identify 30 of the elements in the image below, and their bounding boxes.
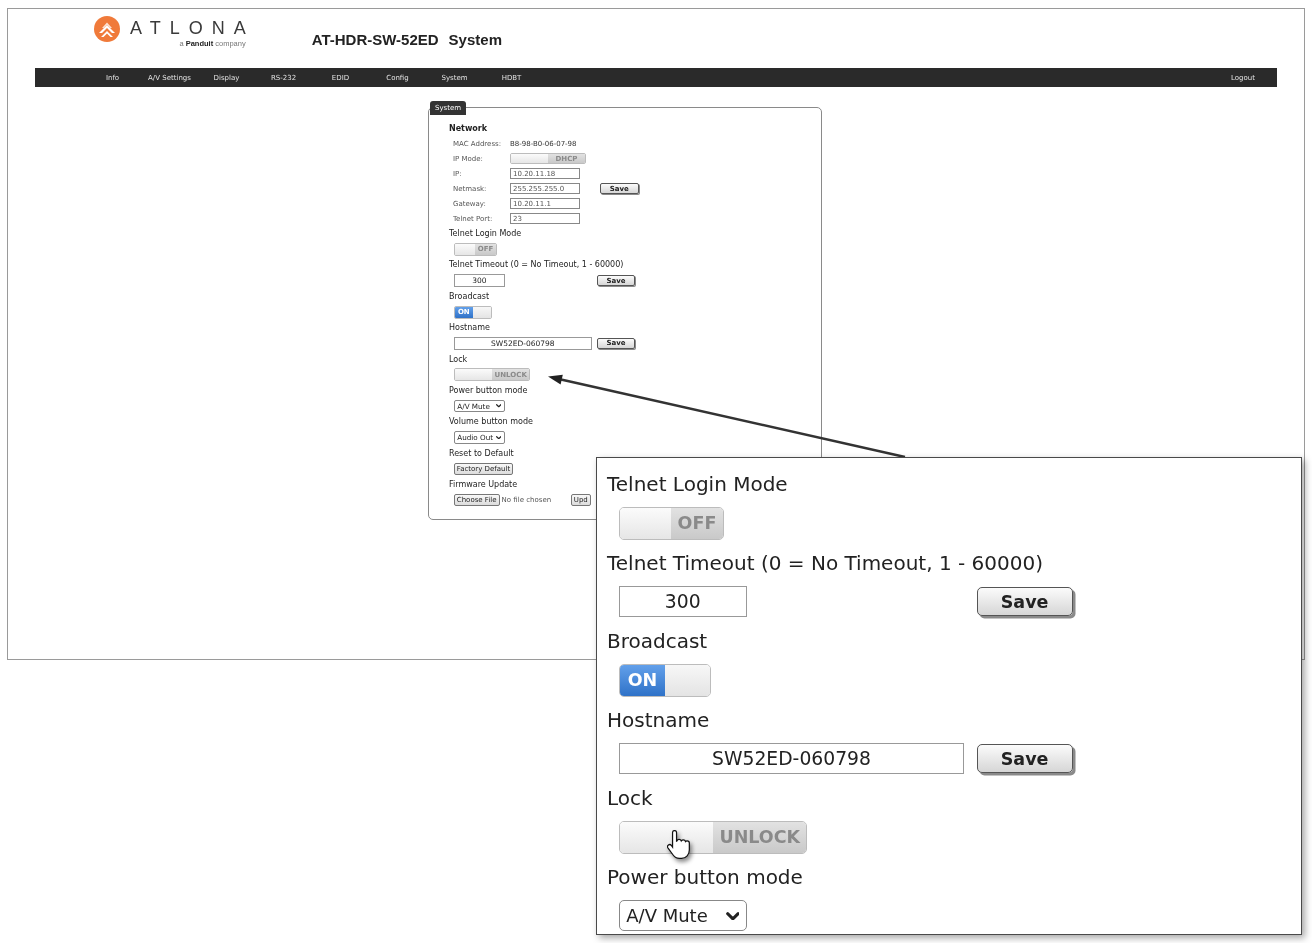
- hand-cursor-icon: [667, 830, 691, 859]
- device-name: AT-HDR-SW-52ED: [311, 31, 439, 48]
- setting-label: Hostname: [607, 706, 710, 734]
- setting-label: Power button mode: [607, 863, 803, 891]
- chevron-down-icon: [495, 435, 502, 440]
- setting-label: Firmware Update: [449, 479, 518, 491]
- chevron-down-icon: [495, 404, 502, 408]
- logo-icon: [94, 16, 120, 42]
- setting-label: Telnet Login Mode: [607, 471, 788, 498]
- setting-label: Volume button mode: [449, 416, 533, 429]
- save-button[interactable]: Save: [976, 587, 1073, 617]
- setting-label: Telnet Timeout (0 = No Timeout, 1 - 60000): [607, 549, 1043, 577]
- section-heading: Network: [449, 123, 488, 135]
- toggle-switch[interactable]: ON: [619, 664, 711, 697]
- setting-label: Hostname: [449, 322, 490, 335]
- chevron-down-icon: [725, 911, 740, 920]
- dropdown[interactable]: A/V Mute: [619, 900, 747, 932]
- input-field[interactable]: 300: [619, 586, 747, 618]
- setting-label: Broadcast: [607, 628, 708, 655]
- setting-label: Reset to Default: [449, 447, 514, 460]
- save-button[interactable]: Save: [976, 744, 1073, 774]
- input-field[interactable]: SW52ED-060798: [619, 743, 964, 775]
- setting-label: Lock: [607, 785, 653, 812]
- setting-label: Power button mode: [449, 384, 528, 397]
- setting-label: Lock: [449, 353, 468, 366]
- setting-label: Telnet Login Mode: [449, 228, 522, 240]
- page-name: System: [448, 31, 502, 48]
- setting-label: Broadcast: [449, 290, 490, 303]
- setting-label: Telnet Timeout (0 = No Timeout, 1 - 60000): [449, 259, 624, 272]
- brand-wordmark: ATLONA: [130, 18, 255, 38]
